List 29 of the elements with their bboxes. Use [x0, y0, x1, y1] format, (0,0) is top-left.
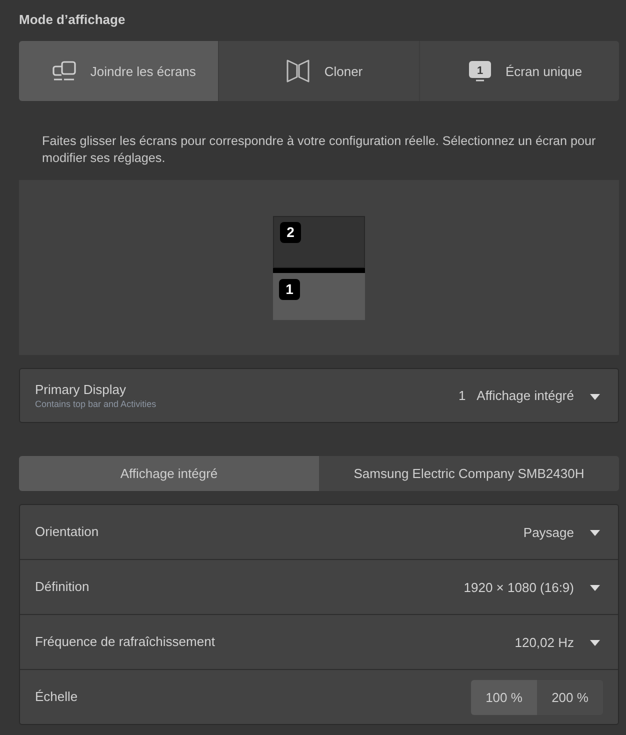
display-number-badge: 2 [280, 222, 301, 242]
display-tile[interactable]: 2 [273, 216, 365, 268]
caret-icon [590, 530, 600, 536]
display-mode-button[interactable]: Cloner [218, 41, 419, 101]
dropdown-button[interactable]: 120,02 Hz [514, 634, 603, 650]
dropdown-button[interactable]: 1920 × 1080 (16:9) [464, 580, 603, 594]
display-tab[interactable]: Affichage intégré [19, 456, 319, 491]
setting-label: Primary Display [35, 382, 128, 398]
display-tab[interactable]: Samsung Electric Company SMB2430H [319, 456, 619, 491]
display-number-badge: 1 [279, 278, 300, 300]
scale-option-button[interactable]: 100 % [471, 680, 537, 714]
setting-label: Fréquence de rafraîchissement [35, 634, 215, 650]
caret-icon [590, 394, 600, 400]
caret-icon [590, 585, 600, 592]
instruction-text: Faites glisser les écrans pour correspondre à votre configuration réelle. Sélectionnez un écran pour modifier ses réglages. [41, 133, 597, 167]
two-monitors-icon [52, 61, 76, 81]
section-title: Mode d’affichage [19, 12, 126, 28]
display-mode-button[interactable]: Joindre les écrans [19, 41, 218, 101]
setting-label: Définition [35, 579, 90, 595]
display-mode-button[interactable]: 1 Écran unique [418, 41, 619, 101]
display-tile[interactable]: 1 [273, 268, 365, 320]
caret-icon [590, 640, 600, 646]
setting-label: Échelle [35, 689, 78, 705]
setting-subtitle: Contains top bar and Activities [35, 398, 156, 410]
setting-label: Orientation [35, 524, 99, 540]
dropdown-button[interactable]: 1 Affichage intégré [458, 388, 603, 403]
mirrored-panels-icon [286, 59, 310, 83]
dropdown-button[interactable]: Paysage [523, 524, 603, 540]
scale-option-button[interactable]: 200 % [537, 680, 603, 714]
